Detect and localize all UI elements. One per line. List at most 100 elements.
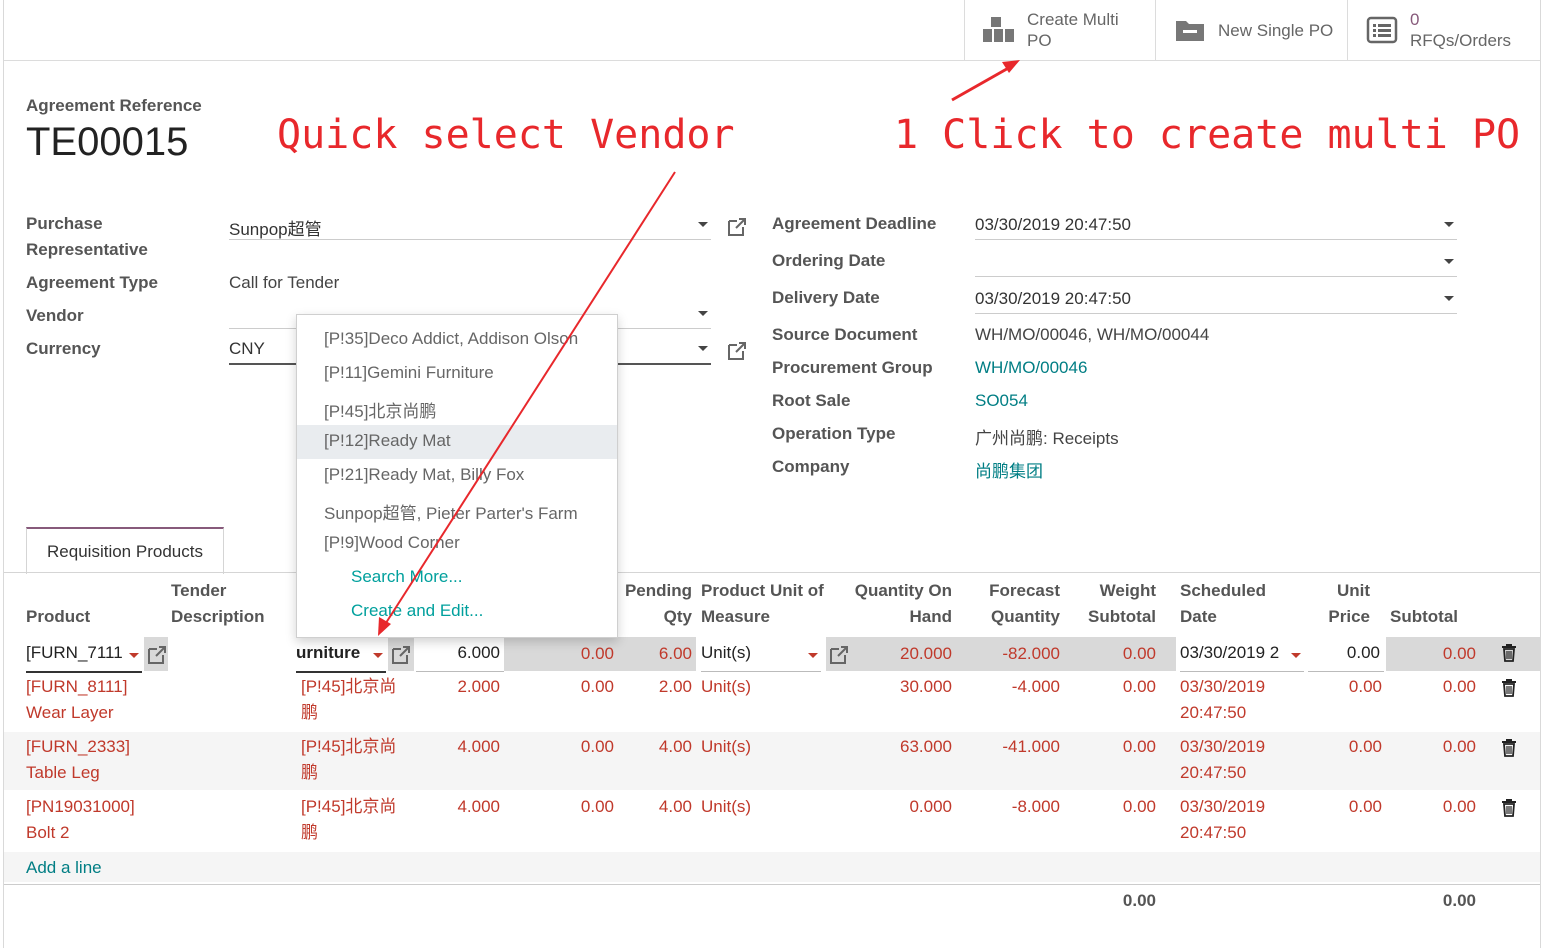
scheduled-date-input[interactable]: 03/30/2019 2 bbox=[1180, 637, 1304, 672]
procurement-group-label: Procurement Group bbox=[772, 358, 933, 377]
delivery-date-field[interactable]: 03/30/2019 20:47:50 bbox=[975, 287, 1457, 314]
root-sale-link[interactable]: SO054 bbox=[975, 391, 1028, 411]
product-name: Wear Layer bbox=[26, 703, 114, 722]
forecast-value: -82.000 bbox=[1002, 644, 1060, 663]
vendor-option[interactable]: [P!12]Ready Mat bbox=[297, 425, 617, 459]
rfq-count: 0 bbox=[1410, 10, 1420, 29]
agreement-type-label: Agreement Type bbox=[26, 273, 158, 292]
ordered-qty: 0.00 bbox=[580, 737, 614, 756]
new-single-po-button[interactable]: New Single PO bbox=[1155, 0, 1347, 60]
operation-type-value: 广州尚鹏: Receipts bbox=[975, 429, 1119, 448]
trash-icon[interactable] bbox=[1501, 799, 1517, 817]
chevron-down-icon[interactable] bbox=[1444, 296, 1454, 301]
ordered-qty: 0.00 bbox=[580, 797, 614, 816]
uom: Unit(s) bbox=[701, 737, 752, 756]
agreement-deadline-value: 03/30/2019 20:47:50 bbox=[975, 215, 1131, 234]
chevron-down-icon[interactable] bbox=[808, 653, 818, 658]
vendor-option[interactable]: [P!11]Gemini Furniture bbox=[297, 357, 617, 391]
quantity: 4.000 bbox=[457, 737, 500, 756]
col-uom-2[interactable]: Measure bbox=[701, 604, 770, 630]
one-click-annotation: 1 Click to create multi PO bbox=[894, 112, 1521, 158]
scheduled-date: 03/30/2019 bbox=[1180, 677, 1266, 696]
quantity: 2.000 bbox=[457, 677, 500, 696]
vendor-option[interactable]: [P!45]北京尚鹏 bbox=[297, 391, 617, 425]
col-forecast-1[interactable]: Forecast bbox=[964, 578, 1060, 604]
create-and-edit-link[interactable]: Create and Edit... bbox=[297, 595, 617, 629]
total-weight: 0.00 bbox=[1122, 891, 1156, 910]
company-link[interactable]: 尚鹏集团 bbox=[975, 457, 1043, 482]
delivery-date-label: Delivery Date bbox=[772, 288, 880, 307]
agreement-reference-label: Agreement Reference bbox=[26, 96, 202, 115]
chevron-down-icon[interactable] bbox=[373, 653, 383, 658]
chevron-down-icon[interactable] bbox=[1444, 259, 1454, 264]
col-qoh-2[interactable]: Hand bbox=[844, 604, 953, 630]
col-uom-1[interactable]: Product Unit of bbox=[701, 578, 824, 604]
scheduled-date: 03/30/2019 bbox=[1180, 797, 1266, 816]
chevron-down-icon[interactable] bbox=[1444, 222, 1454, 227]
vendor-option[interactable]: [P!9]Wood Corner bbox=[297, 527, 617, 561]
agreement-deadline-field[interactable]: 03/30/2019 20:47:50 bbox=[975, 213, 1457, 240]
ordered-qty: 0.00 bbox=[580, 677, 614, 696]
new-single-po-label: New Single PO bbox=[1218, 20, 1334, 40]
table-row-editing[interactable]: [FURN_7111 urniture 6.000 0.00 6.00 Unit… bbox=[4, 636, 1540, 673]
weight: 0.00 bbox=[1122, 797, 1156, 816]
form-frame: Create Multi PO New Single PO 0 RFQs/Ord… bbox=[3, 0, 1541, 948]
col-tender-desc-2[interactable]: Description bbox=[171, 604, 265, 630]
col-sched-1[interactable]: Scheduled bbox=[1180, 578, 1266, 604]
folder-icon bbox=[1170, 17, 1210, 43]
chevron-down-icon[interactable] bbox=[129, 653, 139, 658]
pending-qty: 4.00 bbox=[658, 797, 692, 816]
trash-icon[interactable] bbox=[1501, 679, 1517, 697]
vendor-name-cont: 鹏 bbox=[301, 823, 318, 842]
ordering-date-field[interactable] bbox=[975, 250, 1457, 277]
create-multi-po-label-1: Create Multi bbox=[1027, 10, 1119, 29]
purchase-rep-label-1: Purchase bbox=[26, 214, 103, 233]
chevron-down-icon[interactable] bbox=[698, 222, 708, 227]
uom-input[interactable]: Unit(s) bbox=[701, 637, 821, 672]
external-link-icon[interactable] bbox=[726, 216, 748, 238]
col-sched-2[interactable]: Date bbox=[1180, 604, 1217, 630]
quantity: 4.000 bbox=[457, 797, 500, 816]
create-multi-po-button[interactable]: Create Multi PO bbox=[964, 0, 1155, 60]
chevron-down-icon[interactable] bbox=[698, 311, 708, 316]
quantity-input[interactable]: 6.000 bbox=[416, 637, 504, 672]
scheduled-time: 20:47:50 bbox=[1180, 703, 1247, 722]
currency-value: CNY bbox=[229, 339, 265, 358]
procurement-group-link[interactable]: WH/MO/00046 bbox=[975, 358, 1087, 378]
source-document-label: Source Document bbox=[772, 325, 918, 344]
product-input[interactable]: [FURN_7111 bbox=[26, 637, 142, 673]
trash-icon[interactable] bbox=[1501, 739, 1517, 757]
qoh: 30.000 bbox=[900, 677, 952, 696]
chevron-down-icon[interactable] bbox=[1291, 653, 1301, 658]
vendor-option[interactable]: Sunpop超管, Pieter Parter's Farm bbox=[297, 493, 617, 527]
external-link-icon[interactable] bbox=[390, 644, 412, 666]
trash-icon[interactable] bbox=[1501, 644, 1517, 662]
col-weight-2[interactable]: Subtotal bbox=[1074, 604, 1156, 630]
col-qoh-1[interactable]: Quantity On bbox=[844, 578, 952, 604]
smart-button-bar: Create Multi PO New Single PO 0 RFQs/Ord… bbox=[4, 0, 1540, 61]
search-more-link[interactable]: Search More... bbox=[297, 561, 617, 595]
external-link-icon[interactable] bbox=[146, 644, 168, 666]
col-unit-price-1[interactable]: Unit bbox=[1304, 578, 1370, 604]
tab-requisition-products[interactable]: Requisition Products bbox=[26, 527, 224, 574]
col-tender-desc-1[interactable]: Tender bbox=[171, 578, 226, 604]
col-product[interactable]: Product bbox=[26, 604, 90, 630]
subtotal-value: 0.00 bbox=[1442, 644, 1476, 663]
add-line-link[interactable]: Add a line bbox=[26, 855, 102, 881]
vendor-input[interactable]: urniture bbox=[296, 637, 386, 673]
col-subtotal[interactable]: Subtotal bbox=[1390, 604, 1458, 630]
product-code: [PN19031000] bbox=[26, 797, 135, 816]
unit-price-input[interactable]: 0.00 bbox=[1308, 637, 1384, 672]
chevron-down-icon[interactable] bbox=[698, 346, 708, 351]
col-forecast-2[interactable]: Quantity bbox=[964, 604, 1060, 630]
purchase-rep-field[interactable]: Sunpop超管 bbox=[229, 213, 711, 240]
pending-qty: 2.00 bbox=[658, 677, 692, 696]
external-link-icon[interactable] bbox=[726, 340, 748, 362]
vendor-option[interactable]: [P!35]Deco Addict, Addison Olson bbox=[297, 323, 617, 357]
uom: Unit(s) bbox=[701, 797, 752, 816]
col-unit-price-2[interactable]: Price bbox=[1304, 604, 1370, 630]
vendor-option[interactable]: [P!21]Ready Mat, Billy Fox bbox=[297, 459, 617, 493]
rfqs-orders-button[interactable]: 0 RFQs/Orders bbox=[1347, 0, 1541, 60]
vendor-name: [P!45]北京尚 bbox=[301, 677, 397, 696]
col-weight-1[interactable]: Weight bbox=[1074, 578, 1156, 604]
